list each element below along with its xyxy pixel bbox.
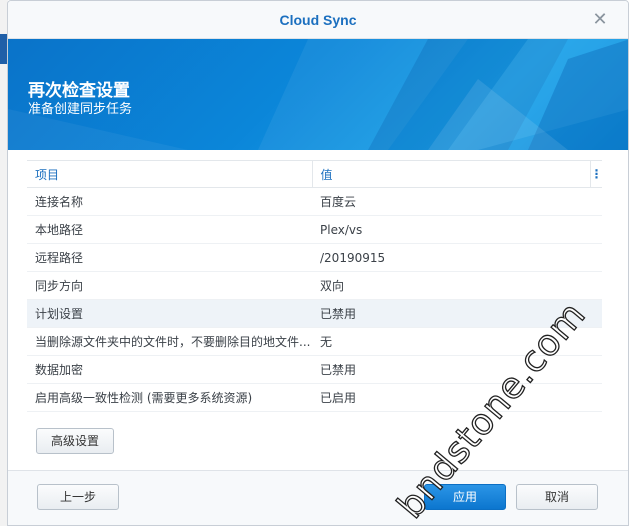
summary-table: 项目 值 ⋮ 连接名称 百度云 本地路径 Plex/vs 远程路径 /20190… — [27, 160, 603, 412]
row-value: 无 — [312, 327, 602, 356]
row-item: 同步方向 — [27, 271, 312, 300]
row-value: /20190915 — [312, 243, 602, 272]
advanced-settings-button[interactable]: 高级设置 — [36, 428, 114, 454]
close-icon[interactable]: ✕ — [590, 10, 610, 30]
table-row[interactable]: 同步方向 双向 — [27, 271, 602, 300]
row-item: 远程路径 — [27, 243, 312, 272]
table-row[interactable]: 启用高级一致性检测 (需要更多系统资源) 已启用 — [27, 383, 602, 412]
column-header-item[interactable]: 项目 — [27, 160, 313, 188]
row-item: 当删除源文件夹中的文件时，不要删除目的地文件... — [27, 327, 312, 356]
banner-subtitle: 准备创建同步任务 — [28, 102, 133, 117]
table-row[interactable]: 连接名称 百度云 — [27, 187, 602, 216]
row-item: 本地路径 — [27, 215, 312, 244]
row-value: Plex/vs — [312, 215, 602, 244]
back-button[interactable]: 上一步 — [37, 484, 119, 510]
wizard-banner: 再次检查设置 准备创建同步任务 — [8, 39, 628, 150]
table-header-row: 项目 值 ⋮ — [27, 160, 603, 188]
row-value: 已禁用 — [312, 299, 602, 328]
title-bar[interactable]: Cloud Sync ✕ — [8, 1, 628, 39]
table-row-highlighted[interactable]: 计划设置 已禁用 — [27, 299, 602, 328]
row-item: 启用高级一致性检测 (需要更多系统资源) — [27, 383, 312, 412]
dialog-footer: 上一步 应用 取消 — [8, 470, 628, 525]
table-row[interactable]: 本地路径 Plex/vs — [27, 215, 602, 244]
row-value: 双向 — [312, 271, 602, 300]
row-item: 数据加密 — [27, 355, 312, 384]
cloud-sync-dialog: Cloud Sync ✕ 再次检查设置 准备创建同步任务 项目 值 ⋮ 连接名称… — [7, 0, 629, 526]
row-value: 已禁用 — [312, 355, 602, 384]
column-header-value[interactable]: 值 — [312, 160, 591, 188]
column-menu-icon[interactable]: ⋮ — [590, 160, 603, 188]
row-item: 连接名称 — [27, 187, 312, 216]
cancel-button[interactable]: 取消 — [516, 484, 598, 510]
window-title: Cloud Sync — [279, 12, 357, 28]
row-item: 计划设置 — [27, 299, 312, 328]
apply-button[interactable]: 应用 — [424, 484, 506, 510]
table-row[interactable]: 数据加密 已禁用 — [27, 355, 602, 384]
row-value: 已启用 — [312, 383, 602, 412]
row-value: 百度云 — [312, 187, 602, 216]
summary-content: 项目 值 ⋮ 连接名称 百度云 本地路径 Plex/vs 远程路径 /20190… — [8, 150, 628, 412]
table-row[interactable]: 远程路径 /20190915 — [27, 243, 602, 272]
table-row[interactable]: 当删除源文件夹中的文件时，不要删除目的地文件... 无 — [27, 327, 602, 356]
